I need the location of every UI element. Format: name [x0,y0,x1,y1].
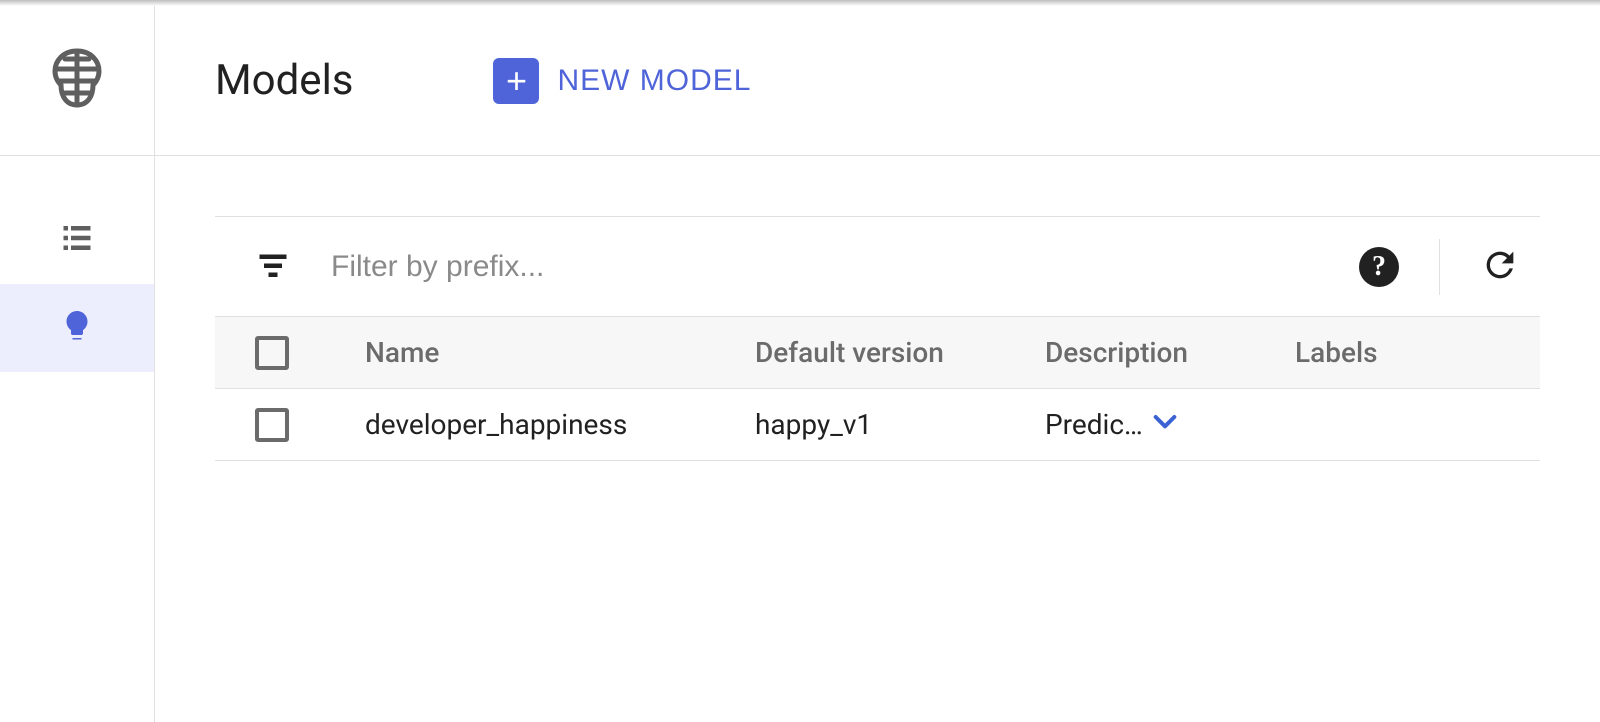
chevron-down-icon[interactable] [1149,405,1181,444]
column-header-default-version[interactable]: Default version [755,336,1045,369]
sidebar-item-models[interactable] [0,284,154,372]
app-layout: Models + NEW MODEL ? [0,6,1600,722]
row-default-version: happy_v1 [755,408,1045,441]
divider [1439,239,1440,295]
logo-container [0,6,154,156]
row-description-cell: Predic… [1045,405,1295,444]
main-area: Models + NEW MODEL ? [155,6,1600,722]
header-checkbox-cell [255,336,365,370]
sidebar-items [0,156,154,372]
column-header-name[interactable]: Name [365,336,755,369]
page-header: Models + NEW MODEL [155,6,1600,156]
table-header: Name Default version Description Labels [215,317,1540,389]
table-row: developer_happiness happy_v1 Predic… [215,389,1540,461]
new-model-label: NEW MODEL [557,64,751,98]
filter-icon [255,247,291,287]
filter-bar: ? [215,217,1540,317]
refresh-button[interactable] [1480,245,1520,289]
sidebar-item-list[interactable] [0,196,154,284]
column-header-description[interactable]: Description [1045,336,1295,369]
plus-icon: + [493,58,539,104]
list-icon [59,220,95,260]
help-icon[interactable]: ? [1359,247,1399,287]
model-name-link[interactable]: developer_happiness [365,408,627,441]
models-panel: ? Name Default version Description [215,216,1540,461]
sidebar [0,6,155,722]
row-description-text: Predic… [1045,408,1143,441]
page-title: Models [215,56,353,105]
filter-input[interactable] [331,250,1359,284]
content: ? Name Default version Description [155,156,1600,461]
lightbulb-icon [59,308,95,348]
column-header-labels[interactable]: Labels [1295,336,1520,369]
row-checkbox[interactable] [255,408,289,442]
select-all-checkbox[interactable] [255,336,289,370]
row-checkbox-cell [255,408,365,442]
new-model-button[interactable]: + NEW MODEL [493,58,751,104]
ml-engine-logo-icon [45,47,109,115]
